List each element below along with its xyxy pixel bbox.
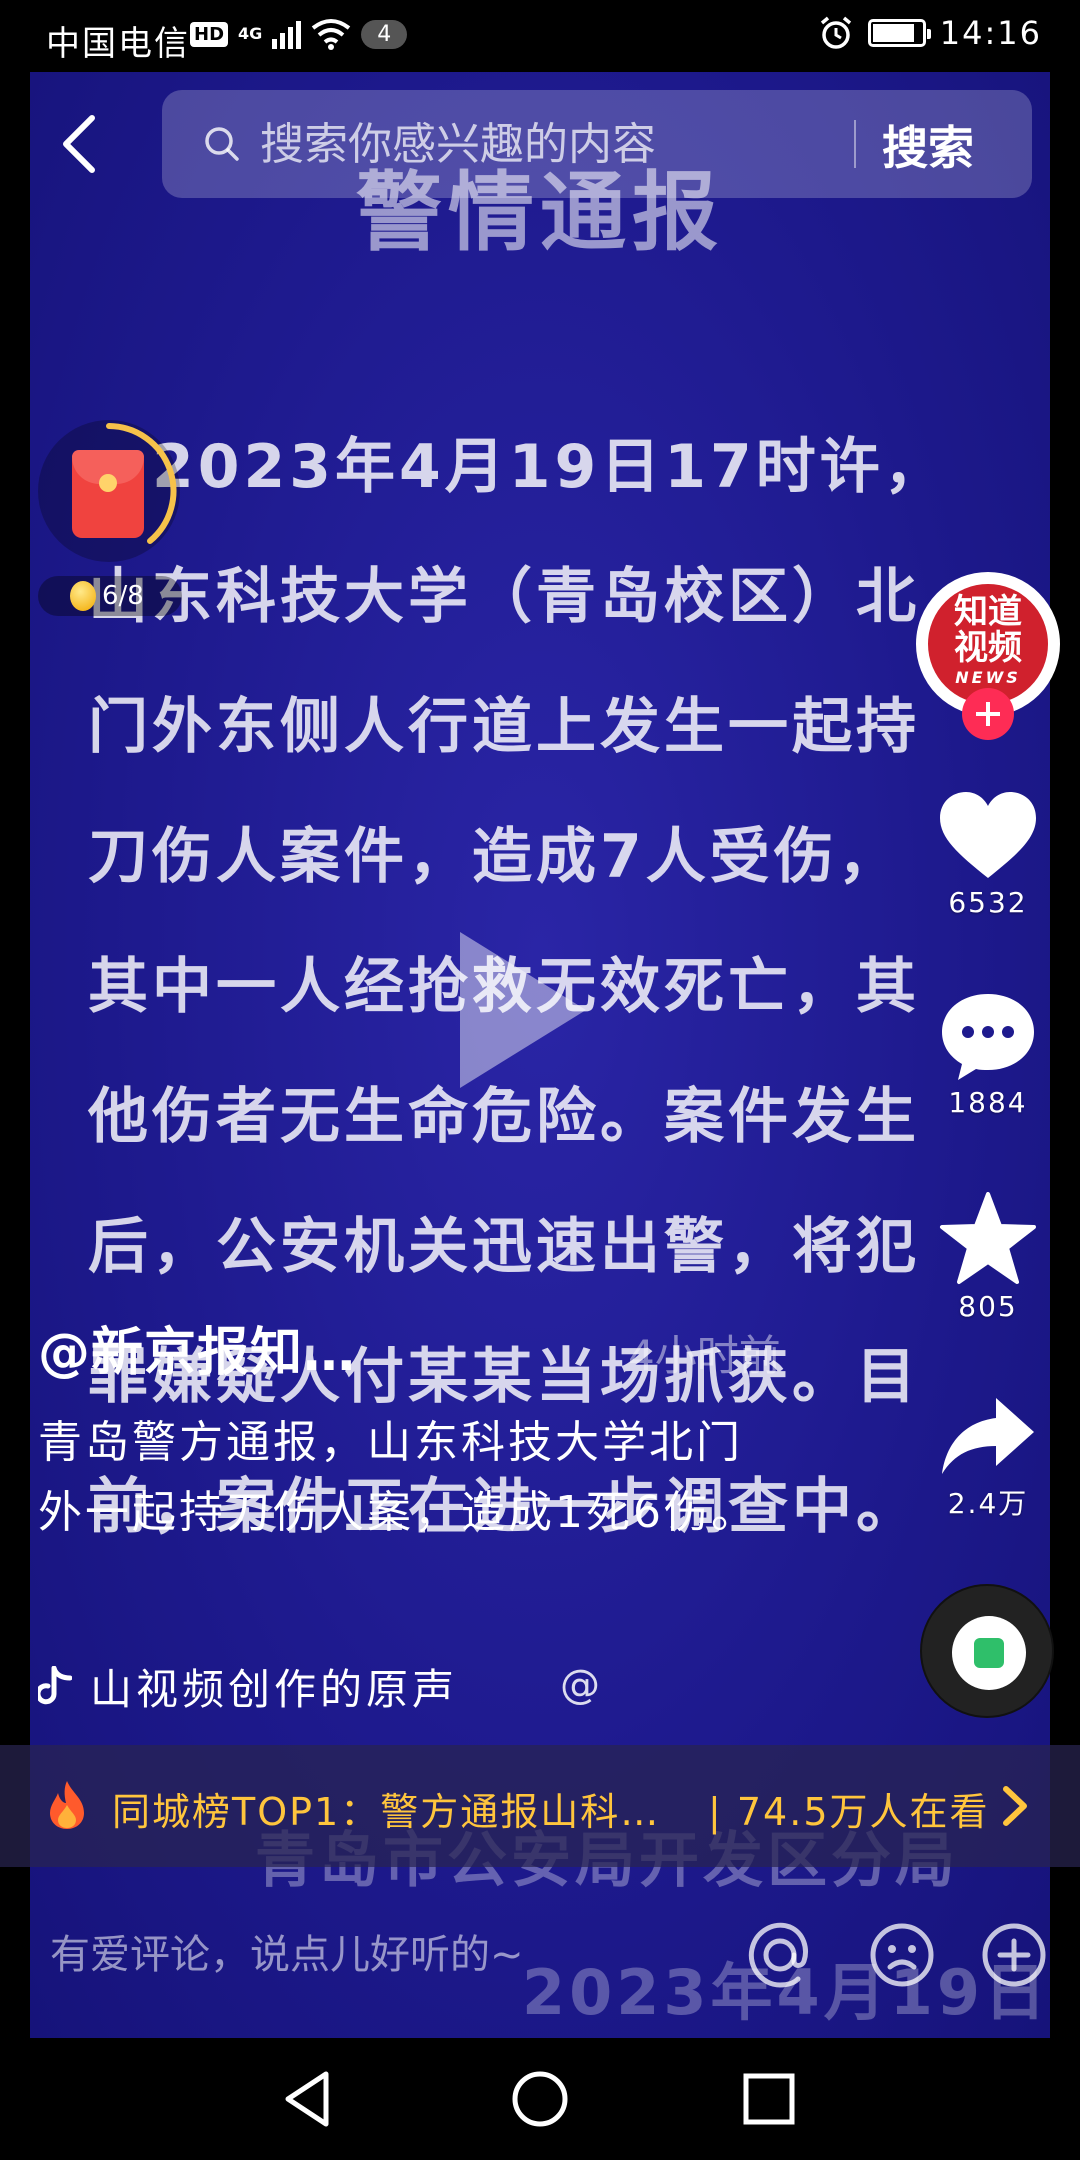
status-bar: 中国电信 HD 4G 4 14:16 [0, 0, 1080, 72]
star-icon[interactable] [938, 1192, 1038, 1286]
emoji-icon[interactable] [868, 1921, 936, 1989]
like-count: 6532 [948, 886, 1028, 919]
comment-bar [30, 1867, 1050, 2038]
comment-action[interactable]: 1884 [924, 990, 1052, 1119]
back-button[interactable] [56, 112, 104, 176]
search-divider [854, 120, 856, 168]
notification-count-badge: 4 [361, 19, 408, 49]
play-icon[interactable] [460, 932, 586, 1088]
creator-avatar-logo: 知道 视频 NEWS [928, 584, 1048, 704]
wifi-icon [312, 19, 351, 50]
like-action[interactable]: 6532 [924, 790, 1052, 919]
music-title: 山视频创作的原声 [90, 1664, 459, 1714]
viewer-count: | 74.5万人在看 [708, 1790, 990, 1834]
music-info[interactable]: 山视频创作的原声 [38, 1658, 458, 1714]
search-bar[interactable]: 搜索 [162, 90, 1032, 198]
share-count: 2.4万 [947, 1487, 1029, 1520]
favorite-count: 805 [958, 1290, 1018, 1323]
coin-progress-label: 6/8 [102, 581, 144, 611]
network-type-label: 4G [238, 24, 263, 43]
navigation-bar [0, 2038, 1080, 2160]
share-action[interactable]: 2.4万 [924, 1394, 1052, 1522]
coin-progress[interactable]: 6/8 [38, 576, 182, 616]
author-name[interactable]: @新京报知… [38, 1310, 356, 1385]
avatar-logo-news: NEWS [955, 668, 1021, 687]
video-body-line: 2023年4月19日17时许， [88, 432, 948, 502]
mention-icon[interactable] [746, 1921, 814, 1989]
comment-count: 1884 [948, 1086, 1028, 1119]
clock: 14:16 [939, 14, 1042, 52]
music-note-icon [38, 1666, 72, 1705]
search-button[interactable]: 搜索 [882, 112, 974, 176]
red-packet-widget[interactable] [38, 420, 180, 562]
alarm-icon [820, 16, 851, 49]
video-body-line: 门外东侧人行道上发生一起持 [88, 692, 920, 762]
post-time: 4小时前 [628, 1331, 781, 1380]
nav-home-icon[interactable] [507, 2066, 573, 2132]
comment-icon[interactable] [938, 990, 1038, 1082]
hot-list-banner[interactable]: 同城榜TOP1：警方通报山科… | 74.5万人在看 [0, 1745, 1080, 1867]
battery-level [872, 24, 914, 42]
hot-list-title: 同城榜TOP1：警方通报山科… [112, 1790, 661, 1834]
music-scroll-text: @ [560, 1662, 600, 1708]
search-input[interactable] [260, 108, 860, 180]
favorite-action[interactable]: 805 [924, 1192, 1052, 1323]
music-disc[interactable] [920, 1584, 1054, 1718]
video-body-line: 刀伤人案件，造成7人受伤， [88, 822, 902, 892]
search-icon [205, 127, 239, 161]
music-disc-cover [952, 1616, 1026, 1690]
battery-icon [867, 19, 931, 47]
carrier-label: 中国电信 [46, 24, 190, 64]
chevron-right-icon[interactable] [1000, 1785, 1030, 1827]
signal-icon [272, 19, 302, 49]
hd-badge: HD [190, 21, 229, 47]
add-icon[interactable] [980, 1921, 1048, 1989]
avatar-logo-line-1: 知道 [954, 592, 1022, 632]
post-description[interactable]: 青岛警方通报，山东科技大学北门外一起持刀伤人案，造成1死6伤。 [38, 1408, 768, 1548]
video-player[interactable]: 警情通报 2023年4月19日17时许， 山东科技大学（青岛校区）北 门外东侧人行道… [30, 72, 1050, 2038]
music-disc-logo-icon [974, 1638, 1004, 1668]
video-body-line: 后，公安机关迅速出警，将犯 [88, 1212, 920, 1282]
avatar-logo-text: 知道 视频 [928, 594, 1048, 666]
gold-coin-icon [70, 581, 96, 611]
share-icon[interactable] [938, 1394, 1038, 1478]
nav-back-icon[interactable] [276, 2066, 342, 2132]
fire-icon [50, 1781, 84, 1829]
comment-input[interactable] [50, 1923, 610, 1987]
avatar-logo-line-2: 视频 [954, 628, 1022, 668]
heart-icon[interactable] [938, 790, 1038, 882]
red-packet-icon [72, 450, 144, 538]
status-icons: HD 4G 4 [190, 14, 408, 54]
nav-recents-icon[interactable] [736, 2066, 802, 2132]
status-right: 14:16 [818, 14, 1042, 52]
video-body-line: 山东科技大学（青岛校区）北 [88, 562, 920, 632]
follow-button[interactable] [962, 688, 1014, 740]
